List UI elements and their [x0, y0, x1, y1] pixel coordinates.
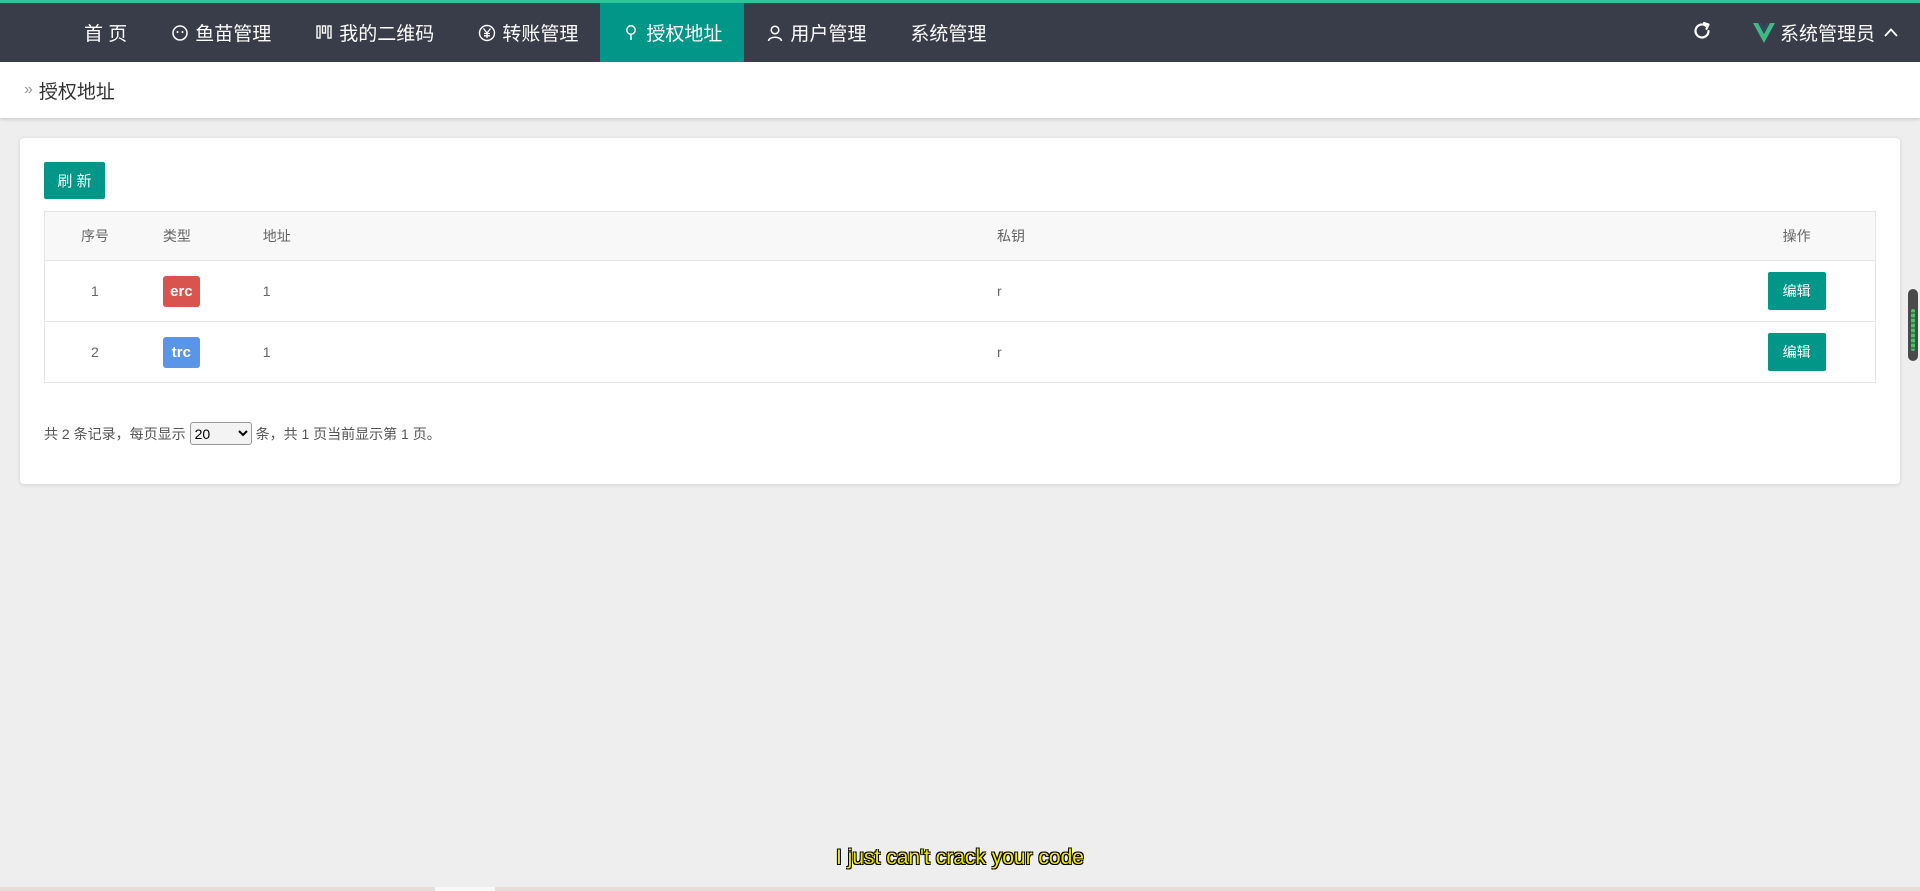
- nav-item-label: 系统管理: [910, 24, 987, 45]
- user-name: 系统管理员: [1780, 24, 1876, 45]
- content-card: 刷 新 序号 类型 地址 私钥 操作 1 erc 1 r 编辑 2 trc 1 …: [20, 138, 1900, 484]
- smile-icon: [171, 24, 189, 42]
- column-header: 序号: [80, 228, 109, 244]
- reload-button[interactable]: [1688, 17, 1716, 45]
- yen-icon: [478, 24, 496, 42]
- top-navbar: 首 页 鱼苗管理 我的二维码 转账管理 授权地址 用户管理 系统管理 系统管理员: [0, 0, 1920, 62]
- address-table: 序号 类型 地址 私钥 操作 1 erc 1 r 编辑 2 trc 1 r 编辑: [44, 211, 1876, 383]
- page-title: 授权地址: [38, 81, 115, 103]
- double-chevron-right-icon: »: [24, 81, 33, 98]
- page-size-select[interactable]: 20: [189, 422, 252, 445]
- vue-logo-icon: [1753, 22, 1775, 43]
- nav-item-system[interactable]: 系统管理: [888, 3, 1008, 62]
- pagination: 共 2 条记录，每页显示 20 条，共 1 页当前显示第 1 页。: [44, 422, 441, 445]
- user-menu[interactable]: 系统管理员: [1752, 3, 1899, 62]
- cell-no: 1: [91, 283, 99, 299]
- edit-button[interactable]: 编辑: [1767, 272, 1826, 310]
- scrollbar-grip: [1911, 309, 1915, 351]
- type-badge: erc: [162, 275, 200, 307]
- table-header: 序号 类型 地址 私钥 操作: [45, 212, 1875, 260]
- breadcrumb: » 授权地址: [0, 62, 1920, 118]
- nav-item-qrcode[interactable]: 我的二维码: [293, 3, 456, 62]
- nav-item-label: 我的二维码: [339, 24, 435, 45]
- cell-key: r: [996, 283, 1002, 299]
- cell-key: r: [996, 344, 1002, 360]
- location-icon: [622, 24, 640, 42]
- bottom-strip: [0, 887, 1920, 891]
- nav-item-label: 用户管理: [790, 24, 867, 45]
- pager-text-after: 条，共 1 页当前显示第 1 页。: [255, 425, 441, 442]
- nav-item-home[interactable]: 首 页: [62, 3, 149, 62]
- cell-address: 1: [262, 344, 271, 360]
- table-row: 1 erc 1 r 编辑: [45, 260, 1875, 321]
- nav-item-label: 转账管理: [502, 24, 579, 45]
- column-header: 私钥: [996, 228, 1025, 244]
- user-icon: [766, 24, 784, 42]
- video-subtitle: I just can't crack your code: [836, 846, 1084, 869]
- page-scrollbar[interactable]: [1908, 289, 1918, 361]
- nav-item-transfer[interactable]: 转账管理: [456, 3, 600, 62]
- type-badge: trc: [162, 336, 200, 368]
- nav-item-users[interactable]: 用户管理: [744, 3, 888, 62]
- column-header: 类型: [162, 228, 191, 244]
- nav-item-label: 首 页: [84, 24, 128, 45]
- nav-item-fry[interactable]: 鱼苗管理: [149, 3, 293, 62]
- refresh-button[interactable]: 刷 新: [44, 162, 105, 199]
- qrcode-icon: [315, 24, 333, 42]
- cell-address: 1: [262, 283, 271, 299]
- bottom-strip-segment: [435, 887, 495, 891]
- chevron-up-icon: [1884, 27, 1898, 37]
- nav-item-label: 授权地址: [646, 24, 723, 45]
- nav-item-label: 鱼苗管理: [195, 24, 272, 45]
- column-header: 地址: [262, 228, 291, 244]
- table-row: 2 trc 1 r 编辑: [45, 321, 1875, 382]
- nav-item-auth-address[interactable]: 授权地址: [600, 3, 745, 62]
- main-nav: 首 页 鱼苗管理 我的二维码 转账管理 授权地址 用户管理 系统管理: [62, 3, 1008, 62]
- pager-text-before: 共 2 条记录，每页显示: [44, 425, 186, 442]
- edit-button[interactable]: 编辑: [1767, 333, 1826, 371]
- column-header: 操作: [1782, 228, 1811, 244]
- cell-no: 2: [91, 344, 99, 360]
- refresh-icon: [1694, 21, 1710, 39]
